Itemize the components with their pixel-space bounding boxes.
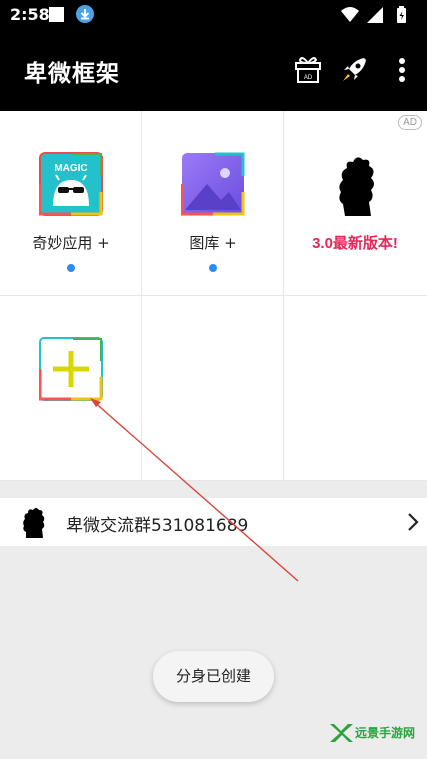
status-icons bbox=[341, 6, 406, 23]
app-grid: MAGIC 奇妙应用 + 图库 + AD 3.0最新版本! bbox=[0, 111, 427, 481]
ad-badge: AD bbox=[398, 115, 422, 130]
more-vertical-icon bbox=[399, 58, 405, 82]
gift-icon: AD bbox=[295, 57, 321, 83]
magic-app-label: 奇妙应用 + bbox=[32, 234, 110, 252]
chevron-right-icon bbox=[408, 513, 419, 531]
group-label: 卑微交流群531081689 bbox=[66, 516, 249, 536]
add-app-icon[interactable] bbox=[39, 337, 103, 401]
wifi-icon bbox=[341, 7, 359, 22]
app-cell-empty-2 bbox=[284, 296, 427, 481]
more-options-button[interactable] bbox=[384, 52, 420, 88]
rocket-icon bbox=[343, 58, 366, 81]
app-cell-empty-1 bbox=[142, 296, 284, 481]
notification-square-icon bbox=[49, 7, 64, 22]
rocket-button[interactable] bbox=[336, 52, 372, 88]
app-cell-new-version[interactable]: AD 3.0最新版本! bbox=[284, 111, 427, 296]
status-bar: 2:58 bbox=[0, 0, 427, 30]
signal-icon bbox=[367, 7, 383, 23]
status-time: 2:58 bbox=[10, 5, 50, 24]
app-cell-gallery[interactable]: 图库 + bbox=[142, 111, 284, 296]
magic-app-dot bbox=[67, 264, 75, 272]
magic-icon-text: MAGIC bbox=[54, 163, 87, 174]
new-version-label: 3.0最新版本! bbox=[312, 235, 398, 252]
group-avatar-icon bbox=[23, 508, 45, 538]
watermark-logo-icon bbox=[330, 724, 353, 742]
gift-ad-label: AD bbox=[304, 75, 313, 81]
gallery-icon bbox=[181, 152, 245, 216]
watermark: 远景手游网 bbox=[328, 720, 420, 746]
gallery-dot bbox=[209, 264, 217, 272]
download-icon bbox=[76, 5, 94, 23]
silhouette-avatar-icon bbox=[339, 157, 374, 216]
app-cell-magic[interactable]: MAGIC 奇妙应用 + bbox=[0, 111, 142, 296]
watermark-text: 远景手游网 bbox=[355, 726, 416, 740]
gallery-label: 图库 + bbox=[189, 234, 237, 252]
app-bar: 卑微框架 AD bbox=[0, 30, 427, 111]
app-title: 卑微框架 bbox=[24, 61, 120, 87]
gift-ad-button[interactable]: AD bbox=[290, 52, 326, 88]
toast: 分身已创建 bbox=[153, 651, 274, 702]
magic-app-icon: MAGIC bbox=[39, 152, 103, 216]
app-cell-add[interactable] bbox=[0, 296, 142, 481]
group-row[interactable]: 卑微交流群531081689 bbox=[0, 498, 427, 546]
